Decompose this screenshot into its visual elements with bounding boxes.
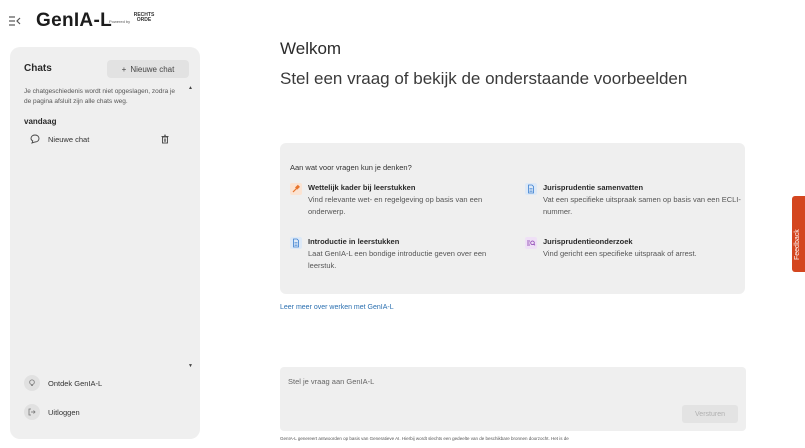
lightbulb-icon: [24, 375, 40, 391]
example-description: Vind gericht een specifieke uitspraak of…: [543, 249, 697, 258]
partner-logo: RECHTS ORDE: [133, 12, 155, 23]
page-headline: Stel een vraag of bekijk de onderstaande…: [280, 69, 688, 88]
gavel-icon: [290, 183, 302, 195]
scroll-up-arrow-icon[interactable]: ▲: [188, 85, 193, 91]
chat-bubble-icon: [30, 134, 40, 144]
search-list-icon: [525, 237, 537, 249]
learn-more-link[interactable]: Leer meer over werken met GenIA-L: [280, 304, 394, 311]
chat-list-item[interactable]: Nieuwe chat: [22, 132, 172, 146]
disclaimer-text: GenIA-L genereert antwoorden op basis va…: [280, 436, 569, 441]
new-chat-button[interactable]: + Nieuwe chat: [107, 60, 189, 78]
example-title: Jurisprudentie samenvatten: [543, 183, 644, 192]
document-icon: [290, 237, 302, 249]
feedback-label: Feedback: [794, 229, 801, 260]
example-description: Vind relevante wet- en regelgeving op ba…: [308, 195, 483, 216]
feedback-tab[interactable]: Feedback: [792, 196, 805, 272]
sidebar-collapse-icon[interactable]: [8, 16, 22, 28]
section-today: vandaag: [24, 117, 57, 126]
scroll-down-arrow-icon[interactable]: ▼: [188, 363, 193, 369]
trash-icon[interactable]: [160, 134, 170, 144]
question-box: Versturen: [280, 367, 746, 431]
welcome-title: Welkom: [280, 39, 342, 58]
top-bar: GenIA-L Powered by RECHTS ORDE: [0, 0, 805, 40]
logout-icon: [24, 404, 40, 420]
discover-button[interactable]: Ontdek GenIA-L: [24, 375, 102, 391]
example-description: Vat een specifieke uitspraak samen op ba…: [543, 195, 741, 216]
document-icon: [525, 183, 537, 195]
examples-panel: Aan wat voor vragen kun je denken? Wette…: [280, 143, 745, 294]
discover-label: Ontdek GenIA-L: [48, 378, 103, 388]
new-chat-label: Nieuwe chat: [130, 64, 175, 74]
examples-title: Aan wat voor vragen kun je denken?: [290, 163, 412, 172]
question-input[interactable]: [288, 377, 588, 386]
chat-sidebar: Chats + Nieuwe chat Je chatgeschiedenis …: [10, 47, 200, 439]
powered-by-text: Powered by: [109, 19, 131, 24]
example-description: Laat GenIA-L een bondige introductie gev…: [308, 249, 487, 270]
example-title: Wettelijk kader bij leerstukken: [308, 183, 416, 192]
brand-logo: GenIA-L: [36, 10, 112, 31]
logout-label: Uitloggen: [48, 407, 80, 417]
example-title: Introductie in leerstukken: [308, 237, 400, 246]
plus-icon: +: [121, 64, 127, 74]
send-button[interactable]: Versturen: [682, 405, 738, 423]
chat-item-label: Nieuwe chat: [48, 134, 90, 144]
history-note: Je chatgeschiedenis wordt niet opgeslage…: [24, 88, 176, 105]
logout-button[interactable]: Uitloggen: [24, 404, 80, 420]
sidebar-title: Chats: [24, 63, 52, 74]
example-title: Jurisprudentieonderzoek: [543, 237, 633, 246]
